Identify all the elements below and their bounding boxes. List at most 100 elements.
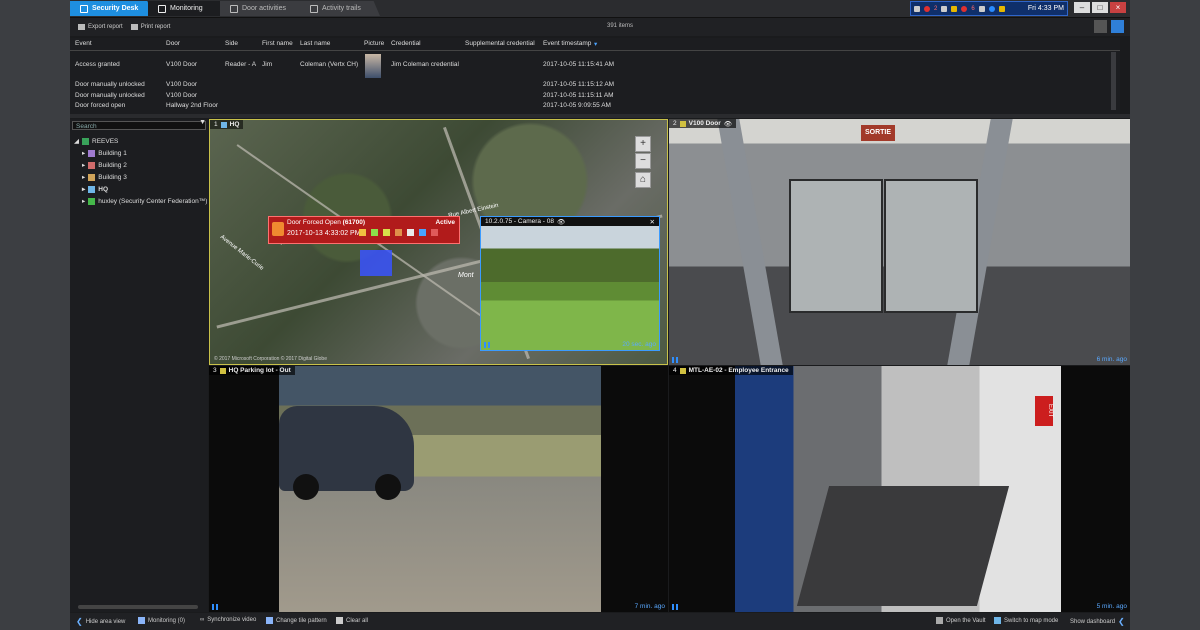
- close-button[interactable]: ×: [1110, 2, 1126, 13]
- chart-view-icon[interactable]: [1111, 20, 1124, 33]
- tab-door-activities[interactable]: Door activities: [220, 1, 312, 16]
- acknowledge-icon[interactable]: [359, 229, 366, 236]
- print-report-button[interactable]: Print report: [130, 24, 170, 30]
- tile-4-camera[interactable]: EXIT 4 MTL-AE-02 - Employee Entrance 5 m…: [669, 366, 1130, 612]
- minimize-button[interactable]: –: [1074, 2, 1090, 13]
- alarm-popup[interactable]: Door Forced Open (61700) 2017-10-13 4:33…: [268, 216, 460, 244]
- forward-icon[interactable]: [395, 229, 402, 236]
- tree-item-building-3[interactable]: ▸ Building 3: [82, 171, 207, 183]
- monitoring-button[interactable]: Monitoring (0): [138, 617, 185, 624]
- export-report-button[interactable]: Export report: [78, 24, 123, 30]
- col-door[interactable]: Door: [166, 40, 180, 47]
- col-event-timestamp[interactable]: Event timestamp: [543, 40, 591, 47]
- tree-item-building-1[interactable]: ▸ Building 1: [82, 147, 207, 159]
- tile-title: HQ Parking lot - Out: [228, 367, 291, 374]
- table-row[interactable]: Access granted V100 Door Reader - A Jim …: [70, 52, 1120, 80]
- table-row[interactable]: Door forced open Hallway 2nd Floor 2017-…: [70, 102, 1120, 112]
- tile-view-icon[interactable]: [1094, 20, 1107, 33]
- col-side[interactable]: Side: [225, 40, 238, 47]
- pause-icon[interactable]: [484, 342, 490, 348]
- table-scrollbar[interactable]: [1111, 52, 1116, 110]
- cell-timestamp: 2017-10-05 9:09:55 AM: [543, 102, 611, 109]
- alarm-badge: 2: [934, 5, 938, 12]
- camera-popup[interactable]: 10.2.0.75 - Camera - 08 👁 ✕ 20 sec. ago: [480, 216, 660, 351]
- door-zone-marker[interactable]: [360, 250, 392, 276]
- expand-icon[interactable]: ▸: [82, 161, 85, 169]
- eye-icon[interactable]: 👁: [724, 120, 732, 128]
- tile-1-label: 1 HQ: [210, 120, 244, 129]
- zoom-out-button[interactable]: −: [635, 153, 651, 169]
- expand-icon[interactable]: ▸: [82, 197, 85, 205]
- tab-activity-trails[interactable]: Activity trails: [300, 1, 380, 16]
- tray-app-icon[interactable]: [914, 5, 920, 12]
- popup-title-bar: 10.2.0.75 - Camera - 08 👁 ✕: [481, 217, 659, 226]
- tile-3-camera[interactable]: 3 HQ Parking lot - Out 7 min. ago: [209, 366, 668, 612]
- tab-monitoring[interactable]: Monitoring: [148, 1, 228, 16]
- col-supplemental-credential[interactable]: Supplemental credential: [465, 40, 535, 47]
- comment-icon[interactable]: [407, 229, 414, 236]
- camera-feed-image: [481, 226, 659, 350]
- notification-icon[interactable]: [998, 5, 1005, 12]
- delete-icon[interactable]: [431, 229, 438, 236]
- warning-icon[interactable]: [951, 5, 958, 12]
- zoom-in-button[interactable]: +: [635, 136, 651, 152]
- tree-item-building-2[interactable]: ▸ Building 2: [82, 159, 207, 171]
- expand-icon[interactable]: ▸: [82, 185, 85, 193]
- investigate-icon[interactable]: [419, 229, 426, 236]
- health-icon[interactable]: [961, 5, 968, 12]
- table-row[interactable]: Door manually unlocked V100 Door 2017-10…: [70, 81, 1120, 91]
- cell-door: Hallway 2nd Floor: [166, 102, 219, 109]
- pause-icon[interactable]: [672, 604, 678, 610]
- check-icon[interactable]: [371, 229, 378, 236]
- popup-close-icon[interactable]: ✕: [650, 218, 655, 226]
- maximize-button[interactable]: □: [1092, 2, 1108, 13]
- col-last-name[interactable]: Last name: [300, 40, 330, 47]
- tile-1-map[interactable]: Rue Albert Einstein Rue Alfred Avenue Ma…: [209, 119, 668, 365]
- tree-item-huxley[interactable]: ▸ huxley (Security Center Federation™): [82, 195, 207, 207]
- popup-title: 10.2.0.75 - Camera - 08: [485, 218, 555, 225]
- open-vault-button[interactable]: Open the Vault: [936, 617, 986, 624]
- tree-scrollbar[interactable]: [78, 605, 198, 609]
- expand-icon[interactable]: ▸: [82, 173, 85, 181]
- show-dashboard-button[interactable]: Show dashboard ❮: [1070, 617, 1125, 626]
- col-event[interactable]: Event: [75, 40, 92, 47]
- switch-map-mode-button[interactable]: Switch to map mode: [994, 617, 1058, 624]
- alarm-icon[interactable]: [924, 5, 930, 12]
- battery-icon[interactable]: [941, 5, 948, 12]
- pause-icon[interactable]: [212, 604, 218, 610]
- cell-timestamp: 2017-10-05 11:15:11 AM: [543, 92, 614, 99]
- map-icon: [220, 121, 227, 128]
- tree-item-hq[interactable]: ▸ HQ: [82, 183, 207, 195]
- tile-age: 5 min. ago: [1096, 603, 1127, 610]
- clear-icon: [336, 617, 343, 624]
- panel-splitter[interactable]: [70, 114, 1130, 118]
- table-row[interactable]: Door manually unlocked V100 Door 2017-10…: [70, 92, 1120, 102]
- tile-2-camera[interactable]: SORTIE 2 V100 Door 👁 6 min. ago: [669, 119, 1130, 365]
- col-credential[interactable]: Credential: [391, 40, 421, 47]
- change-tile-pattern-button[interactable]: Change tile pattern: [266, 617, 327, 624]
- col-picture[interactable]: Picture: [364, 40, 384, 47]
- hide-area-view-button[interactable]: ❮ Hide area view: [76, 617, 125, 626]
- search-input[interactable]: Search: [72, 121, 206, 130]
- clock[interactable]: Fri 4:33 PM: [1028, 5, 1064, 12]
- home-map-button[interactable]: ⌂: [635, 172, 651, 188]
- eye-icon[interactable]: 👁: [557, 218, 565, 226]
- building-icon: [88, 173, 96, 181]
- chevron-left-icon: ❮: [1118, 617, 1125, 626]
- events-table: Event Door Side First name Last name Pic…: [70, 38, 1120, 114]
- expand-icon[interactable]: ◢: [74, 137, 79, 145]
- tab-security-desk[interactable]: Security Desk: [70, 1, 154, 16]
- expand-icon[interactable]: ▸: [82, 149, 85, 157]
- tree-label: Building 1: [98, 149, 127, 157]
- synchronize-video-button[interactable]: ∞ Synchronize video: [200, 617, 256, 623]
- network-icon[interactable]: [988, 5, 995, 12]
- filter-icon[interactable]: ▼: [199, 119, 206, 126]
- tree-item-reeves[interactable]: ◢ REEVES: [74, 135, 207, 147]
- pause-icon[interactable]: [672, 357, 678, 363]
- col-first-name[interactable]: First name: [262, 40, 293, 47]
- volume-icon[interactable]: [978, 5, 985, 12]
- check-alt-icon[interactable]: [383, 229, 390, 236]
- clear-all-button[interactable]: Clear all: [336, 617, 368, 624]
- camera-feed-image: EXIT: [735, 366, 1061, 612]
- print-icon: [130, 24, 138, 30]
